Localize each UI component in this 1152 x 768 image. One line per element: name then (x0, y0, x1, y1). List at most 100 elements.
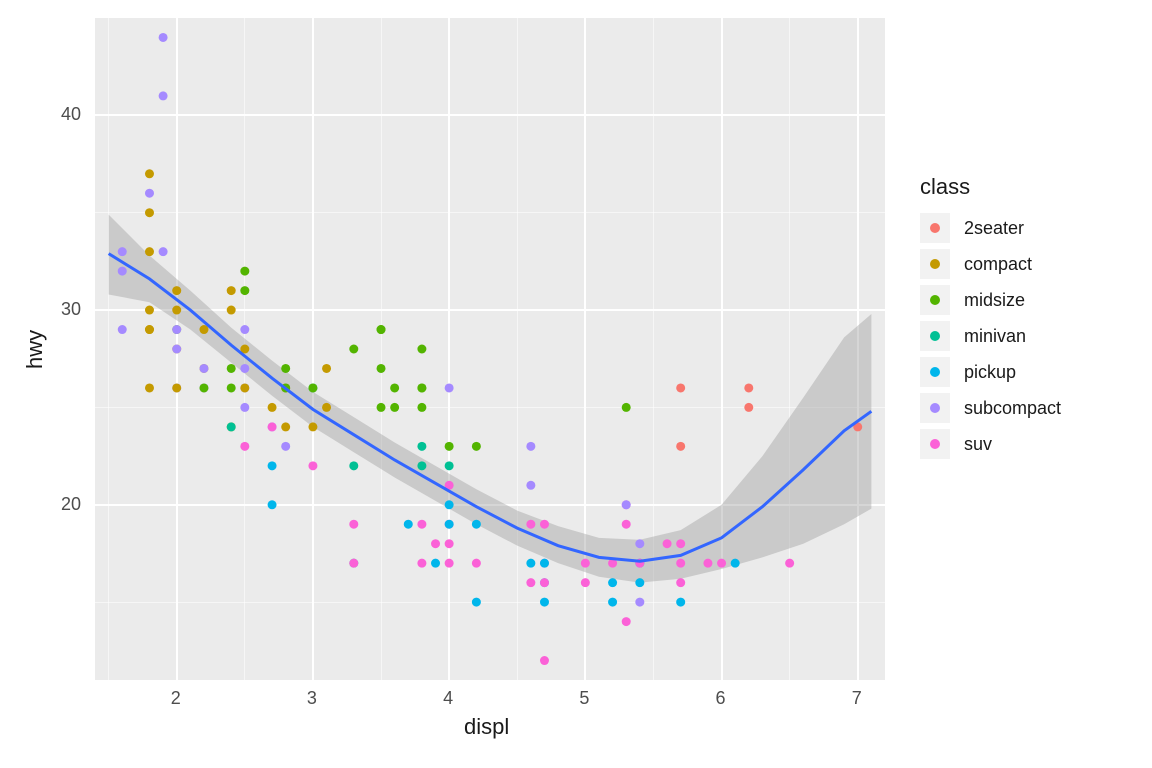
data-point (417, 403, 426, 412)
data-point (240, 383, 249, 392)
data-point (635, 539, 644, 548)
data-point (322, 364, 331, 373)
data-point (472, 442, 481, 451)
legend-swatch (920, 285, 950, 315)
legend-label: minivan (964, 326, 1026, 347)
data-point (445, 461, 454, 470)
data-point (540, 656, 549, 665)
legend-label: compact (964, 254, 1032, 275)
data-point (349, 559, 358, 568)
data-point (417, 345, 426, 354)
y-tick-label: 20 (61, 494, 81, 515)
data-point (268, 461, 277, 470)
legend-swatch (920, 249, 950, 279)
data-point (676, 383, 685, 392)
data-point (526, 520, 535, 529)
legend-label: pickup (964, 362, 1016, 383)
legend-item: midsize (920, 282, 1061, 318)
data-point (377, 364, 386, 373)
data-point (717, 559, 726, 568)
data-point (445, 442, 454, 451)
legend-label: subcompact (964, 398, 1061, 419)
y-axis-title: hwy (22, 330, 48, 369)
data-point (417, 559, 426, 568)
legend-swatch (920, 321, 950, 351)
data-point (240, 325, 249, 334)
data-point (417, 442, 426, 451)
y-tick-label: 30 (61, 299, 81, 320)
data-point (281, 364, 290, 373)
data-point (526, 578, 535, 587)
data-point (240, 286, 249, 295)
data-point (145, 306, 154, 315)
legend-item: pickup (920, 354, 1061, 390)
data-point (404, 520, 413, 529)
data-point (744, 403, 753, 412)
data-point (240, 442, 249, 451)
data-point (268, 403, 277, 412)
data-point (349, 520, 358, 529)
legend-item: compact (920, 246, 1061, 282)
data-point (377, 325, 386, 334)
legend-swatch (920, 213, 950, 243)
data-point (663, 539, 672, 548)
data-point (445, 383, 454, 392)
data-point (540, 520, 549, 529)
data-point (172, 383, 181, 392)
data-point (159, 91, 168, 100)
data-point (145, 383, 154, 392)
data-point (445, 520, 454, 529)
confidence-ribbon (109, 215, 872, 583)
data-point (308, 461, 317, 470)
data-point (145, 325, 154, 334)
data-point (445, 500, 454, 509)
data-point (472, 598, 481, 607)
data-point (676, 578, 685, 587)
data-point (240, 403, 249, 412)
data-point (431, 539, 440, 548)
data-point (281, 442, 290, 451)
legend-item: 2seater (920, 210, 1061, 246)
data-point (676, 442, 685, 451)
data-point (581, 578, 590, 587)
data-point (118, 267, 127, 276)
x-tick-label: 7 (852, 688, 862, 709)
x-tick-label: 6 (716, 688, 726, 709)
data-point (268, 422, 277, 431)
data-point (227, 306, 236, 315)
data-point (349, 461, 358, 470)
data-point (676, 559, 685, 568)
data-point (145, 247, 154, 256)
chart-figure: 234567 203040 displ hwy class 2seatercom… (0, 0, 1152, 768)
data-point (472, 520, 481, 529)
data-point (172, 306, 181, 315)
data-point (417, 520, 426, 529)
data-point (227, 286, 236, 295)
data-point (199, 383, 208, 392)
data-point (145, 189, 154, 198)
data-point (390, 403, 399, 412)
data-point (635, 578, 644, 587)
data-point (472, 559, 481, 568)
x-tick-label: 4 (443, 688, 453, 709)
data-point (622, 500, 631, 509)
x-tick-label: 3 (307, 688, 317, 709)
data-point (540, 559, 549, 568)
data-point (268, 500, 277, 509)
data-point (377, 403, 386, 412)
data-point (159, 33, 168, 42)
legend-title: class (920, 174, 1061, 200)
legend-label: suv (964, 434, 992, 455)
data-point (445, 559, 454, 568)
data-point (445, 539, 454, 548)
data-point (676, 598, 685, 607)
legend-label: midsize (964, 290, 1025, 311)
data-point (581, 559, 590, 568)
x-axis-title: displ (464, 714, 509, 740)
data-point (145, 208, 154, 217)
legend-swatch (920, 357, 950, 387)
data-point (172, 325, 181, 334)
data-point (118, 325, 127, 334)
data-point (526, 442, 535, 451)
data-point (240, 364, 249, 373)
